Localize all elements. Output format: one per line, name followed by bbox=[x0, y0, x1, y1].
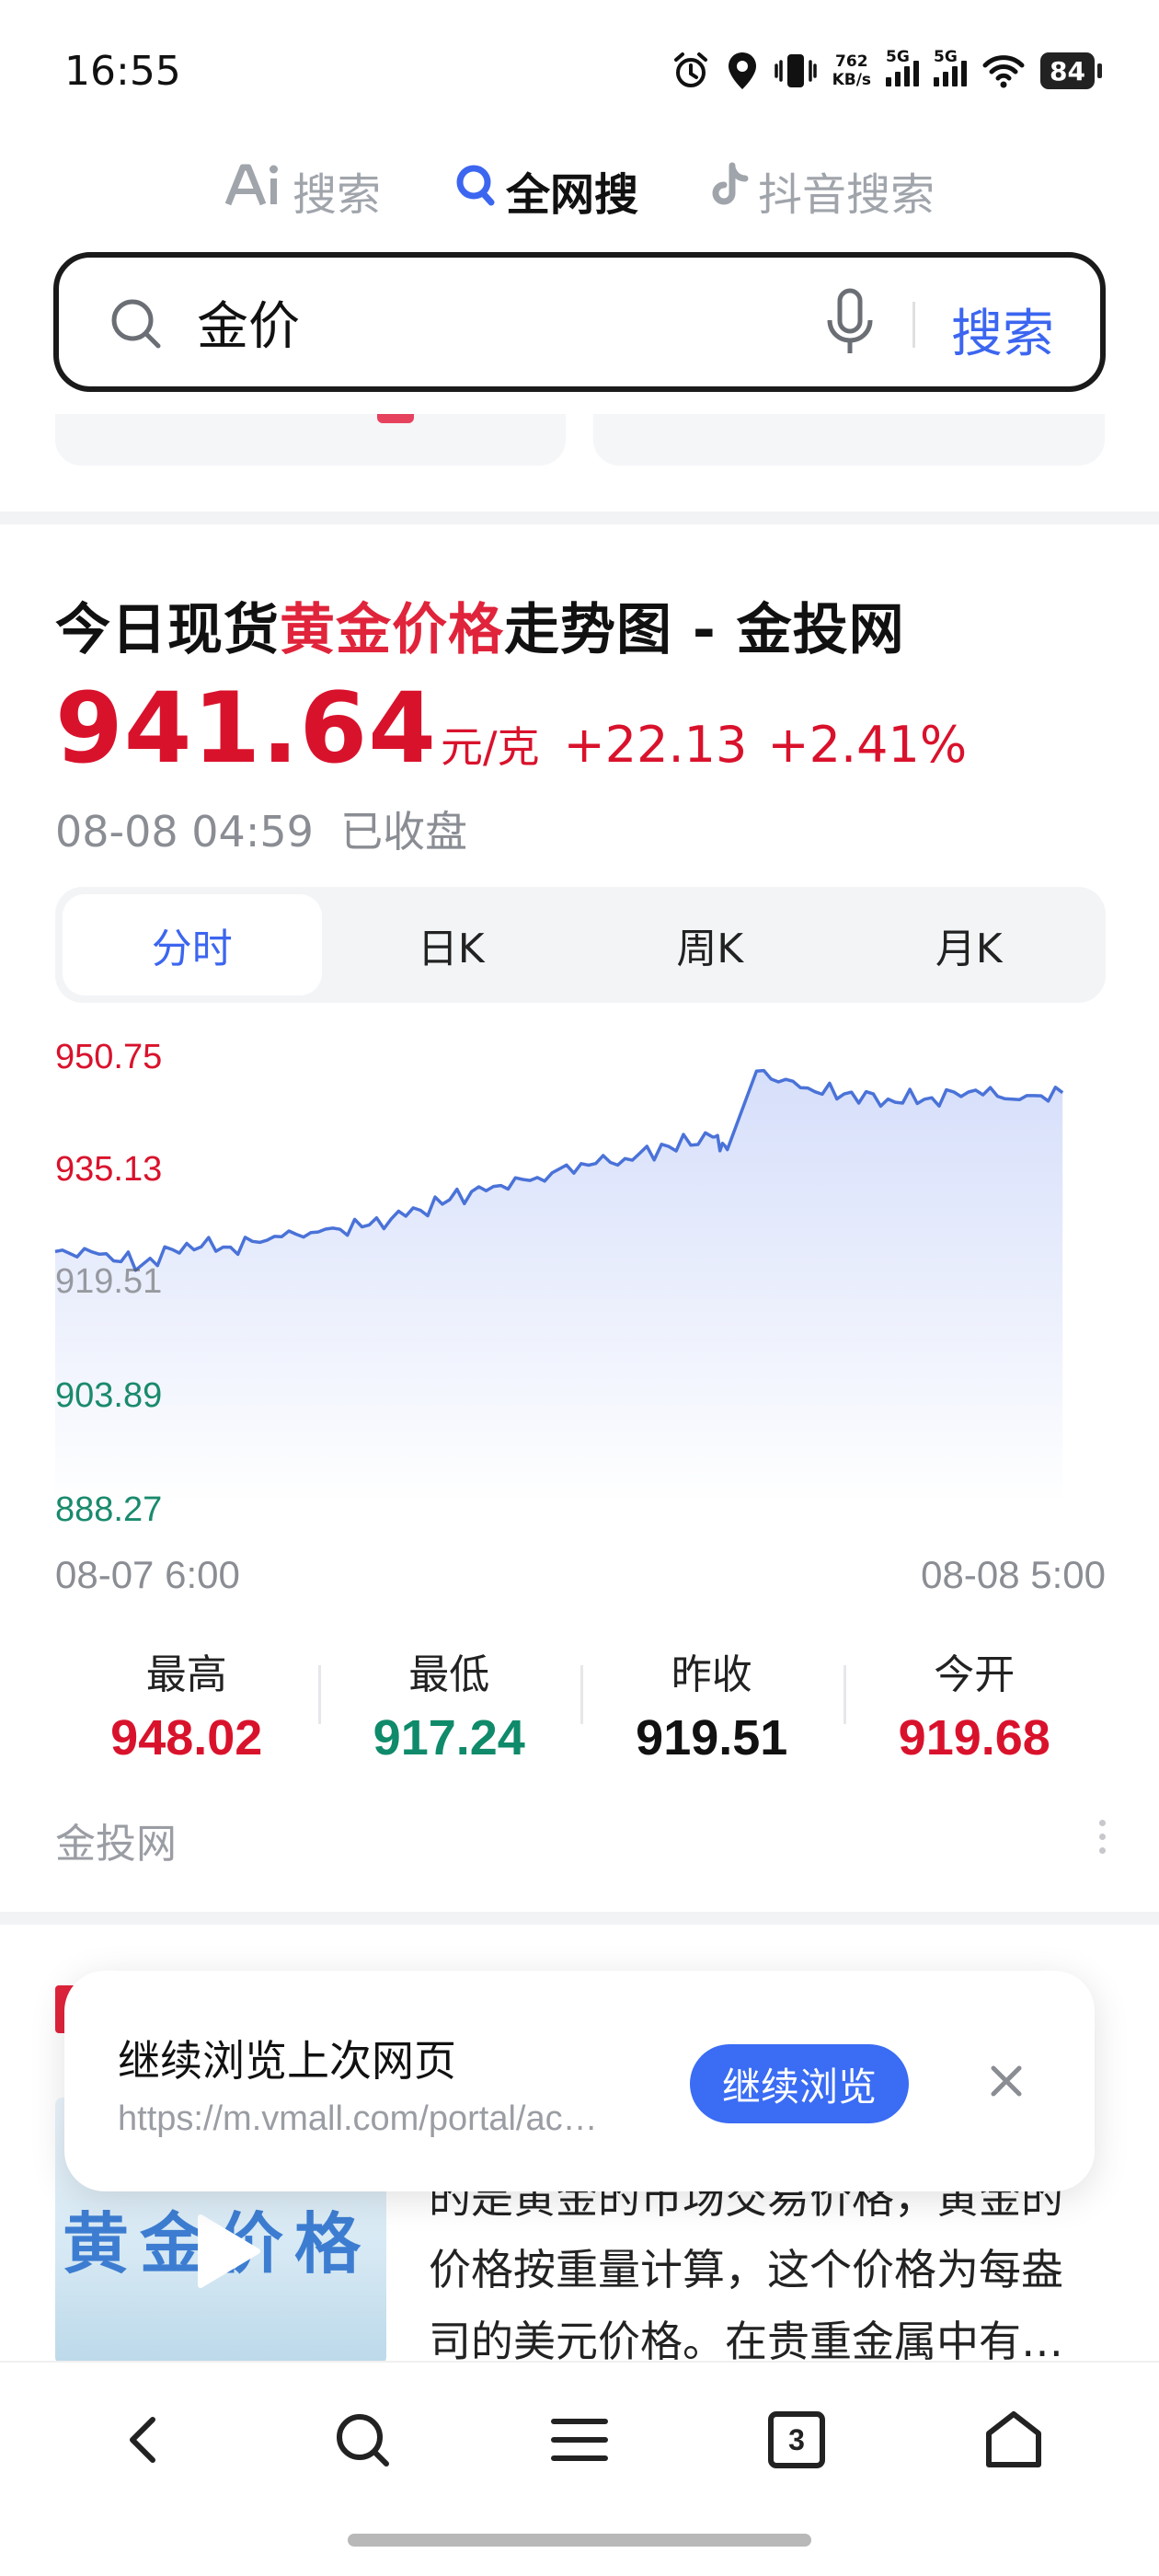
tab-ai-search-label: 搜索 bbox=[292, 169, 381, 221]
search-icon bbox=[454, 162, 497, 219]
tab-web-search[interactable]: 全网搜 bbox=[454, 158, 638, 223]
stat-high-value: 948.02 bbox=[110, 1710, 263, 1765]
tab-douyin-search-label: 抖音搜索 bbox=[758, 169, 935, 221]
quote-timestamp: 08-08 04:59 已收盘 bbox=[55, 807, 468, 857]
status-icons: 762 KB/s 5G 5G 84 bbox=[671, 48, 1102, 94]
close-icon[interactable] bbox=[986, 2061, 1027, 2105]
alarm-icon bbox=[671, 51, 711, 91]
search-icon bbox=[337, 2414, 389, 2467]
search-icon bbox=[107, 294, 166, 357]
search-type-tabs: 搜索 全网搜 抖音搜索 bbox=[0, 158, 1159, 223]
signal-sim1-icon: 5G bbox=[886, 48, 920, 86]
location-icon bbox=[726, 51, 759, 91]
article-snippet[interactable]: 的是黄金的市场交易价格，黄金的 价格按重量计算，这个价格为每盎 司的美元价格。在… bbox=[429, 2162, 1109, 2377]
price-change: +22.13 bbox=[563, 716, 748, 774]
result-source[interactable]: 金投网 bbox=[55, 1821, 177, 1868]
continue-browsing-popup: 继续浏览上次网页 https://m.vmall.com/portal/ac… … bbox=[64, 1971, 1095, 2191]
tab-weekly-k[interactable]: 周K bbox=[580, 894, 840, 995]
search-box: 搜索 bbox=[53, 252, 1106, 392]
tab-intraday[interactable]: 分时 bbox=[63, 894, 322, 995]
x-tick-label: 08-07 6:00 bbox=[55, 1553, 240, 1596]
search-button[interactable]: 搜索 bbox=[951, 293, 1054, 367]
y-tick-label: 888.27 bbox=[55, 1490, 163, 1529]
menu-button[interactable] bbox=[534, 2394, 625, 2486]
back-icon bbox=[130, 2417, 155, 2463]
more-options-icon[interactable] bbox=[1099, 1820, 1106, 1854]
stat-low-value: 917.24 bbox=[373, 1710, 525, 1765]
home-button[interactable] bbox=[968, 2394, 1060, 2486]
continue-browsing-button[interactable]: 继续浏览 bbox=[690, 2044, 909, 2123]
stat-prev-close: 昨收 919.51 bbox=[580, 1638, 843, 1766]
stat-high: 最高 948.02 bbox=[55, 1638, 318, 1766]
search-input[interactable] bbox=[197, 285, 841, 359]
ai-icon bbox=[224, 162, 283, 219]
tab-monthly-k[interactable]: 月K bbox=[840, 894, 1099, 995]
price-change-percent: +2.41% bbox=[767, 716, 968, 774]
stat-prev-close-value: 919.51 bbox=[636, 1710, 788, 1765]
popup-url: https://m.vmall.com/portal/ac… bbox=[118, 2099, 598, 2138]
result-title[interactable]: 今日现货黄金价格走势图 - 金投网 bbox=[55, 585, 905, 665]
douyin-icon bbox=[712, 162, 749, 219]
tab-daily-k[interactable]: 日K bbox=[322, 894, 581, 995]
section-divider bbox=[0, 1912, 1159, 1925]
y-tick-label: 935.13 bbox=[55, 1150, 163, 1189]
y-tick-label: 903.89 bbox=[55, 1376, 163, 1415]
status-time: 16:55 bbox=[64, 48, 181, 95]
net-speed: 762 KB/s bbox=[832, 52, 872, 89]
price-line: 941.64 元/克 +22.13 +2.41% bbox=[55, 672, 967, 785]
home-icon bbox=[986, 2411, 1041, 2467]
vibrate-icon bbox=[774, 51, 818, 91]
tabs-count: 3 bbox=[788, 2422, 805, 2456]
tabs-button[interactable]: 3 bbox=[751, 2394, 843, 2486]
microphone-icon[interactable] bbox=[822, 285, 878, 366]
popup-title: 继续浏览上次网页 bbox=[118, 2036, 456, 2086]
bottom-navigation: 3 bbox=[0, 2361, 1159, 2517]
price-chart[interactable] bbox=[37, 1021, 1122, 1592]
menu-icon bbox=[551, 2419, 608, 2461]
section-divider bbox=[0, 512, 1159, 524]
tab-douyin-search[interactable]: 抖音搜索 bbox=[712, 158, 935, 223]
tab-web-search-label: 全网搜 bbox=[505, 169, 638, 221]
stat-low: 最低 917.24 bbox=[317, 1638, 581, 1766]
result-source-row: 金投网 bbox=[55, 1811, 1106, 1868]
period-tabs: 分时 日K 周K 月K bbox=[55, 887, 1106, 1003]
tab-ai-search[interactable]: 搜索 bbox=[224, 158, 381, 223]
y-tick-label: 950.75 bbox=[55, 1038, 163, 1076]
status-bar: 16:55 762 KB/s 5G 5G 84 bbox=[0, 0, 1159, 138]
search-divider bbox=[912, 302, 915, 348]
back-button[interactable] bbox=[99, 2394, 191, 2486]
y-tick-label: 919.51 bbox=[55, 1262, 163, 1301]
price-stats: 最高 948.02 最低 917.24 昨收 919.51 今开 919.68 bbox=[55, 1638, 1106, 1766]
home-indicator[interactable] bbox=[348, 2534, 811, 2547]
stat-open: 今开 919.68 bbox=[843, 1638, 1107, 1766]
x-tick-label: 08-08 5:00 bbox=[921, 1553, 1106, 1596]
chart-area-fill bbox=[55, 1070, 1063, 1503]
price-unit: 元/克 bbox=[441, 722, 540, 772]
market-status: 已收盘 bbox=[340, 807, 468, 857]
search-nav-button[interactable] bbox=[316, 2394, 408, 2486]
stat-open-value: 919.68 bbox=[898, 1710, 1050, 1765]
wifi-icon bbox=[981, 52, 1026, 89]
previous-card-left[interactable] bbox=[55, 414, 566, 466]
current-price: 941.64 bbox=[55, 672, 438, 785]
previous-card-right[interactable] bbox=[593, 414, 1105, 466]
play-icon[interactable] bbox=[191, 2210, 265, 2296]
battery-icon: 84 bbox=[1040, 52, 1102, 89]
signal-sim2-icon: 5G bbox=[934, 48, 968, 86]
